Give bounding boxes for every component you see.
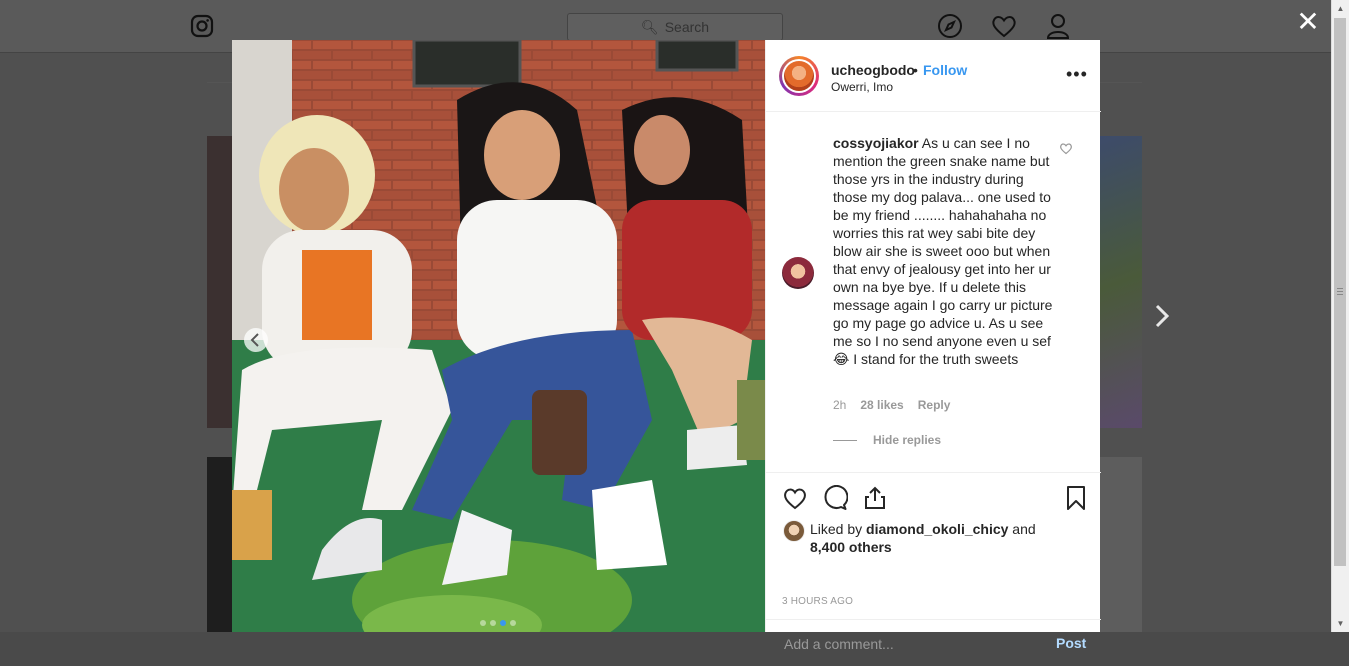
profile-icon[interactable] <box>1044 12 1072 40</box>
background-tile <box>207 457 232 632</box>
reply-button[interactable]: Reply <box>918 398 951 412</box>
header-separator: • <box>913 62 918 78</box>
hide-replies-line <box>833 440 857 441</box>
post-modal: ucheogbodo • Follow Owerri, Imo ••• coss… <box>232 40 1101 655</box>
carousel-dot-active <box>500 620 506 626</box>
page-scrollbar[interactable]: ▲ ▼ <box>1331 0 1349 632</box>
comment-time: 2h <box>833 398 847 412</box>
comment-likes-count[interactable]: 28 likes <box>860 398 903 412</box>
scroll-up-arrow-icon[interactable]: ▲ <box>1332 0 1349 17</box>
comments-list[interactable]: cossyojiakor As u can see I no mention t… <box>766 112 1101 472</box>
author-avatar[interactable] <box>779 56 819 96</box>
post-side-panel: ucheogbodo • Follow Owerri, Imo ••• coss… <box>765 40 1101 655</box>
background-tile <box>1100 136 1142 428</box>
likes-middle: and <box>1008 521 1036 537</box>
save-bookmark-icon[interactable] <box>1063 485 1089 511</box>
hide-replies-button[interactable]: Hide replies <box>873 433 941 447</box>
post-header: ucheogbodo • Follow Owerri, Imo ••• <box>766 40 1101 112</box>
post-timestamp[interactable]: 3 HOURS AGO <box>782 596 853 607</box>
post-comment-button[interactable]: Post <box>1056 635 1086 651</box>
search-input[interactable]: 🔍︎ Search <box>567 13 783 41</box>
author-username[interactable]: ucheogbodo <box>831 62 915 78</box>
add-comment-section: Post <box>766 619 1101 666</box>
search-icon: 🔍︎ <box>640 18 659 35</box>
commenter-avatar[interactable] <box>782 257 814 289</box>
more-options-button[interactable]: ••• <box>1066 64 1090 84</box>
chevron-left-icon <box>250 333 259 347</box>
search-placeholder: Search <box>664 19 710 35</box>
comment-like-heart-icon[interactable] <box>1059 141 1073 155</box>
background-tile <box>1100 457 1142 632</box>
carousel-dot <box>490 620 496 626</box>
next-post-arrow-icon[interactable] <box>1150 302 1174 330</box>
carousel-dot <box>480 620 486 626</box>
likes-summary: Liked by diamond_okoli_chicy and 8,400 o… <box>810 520 1050 556</box>
photo-illustration <box>232 40 765 632</box>
post-actions: Liked by diamond_okoli_chicy and 8,400 o… <box>766 472 1101 655</box>
add-comment-input[interactable] <box>782 633 1036 655</box>
comment-bubble-icon[interactable] <box>822 485 848 511</box>
carousel-dot <box>510 620 516 626</box>
liker-username[interactable]: diamond_okoli_chicy <box>866 521 1008 537</box>
liker-avatar[interactable] <box>783 520 805 542</box>
post-location[interactable]: Owerri, Imo <box>831 80 893 94</box>
likes-others[interactable]: 8,400 others <box>810 539 892 555</box>
comment-author[interactable]: cossyojiakor <box>833 135 919 151</box>
scroll-down-arrow-icon[interactable]: ▼ <box>1332 615 1349 632</box>
likes-prefix: Liked by <box>810 521 867 537</box>
share-icon[interactable] <box>862 485 888 511</box>
activity-heart-icon[interactable] <box>990 12 1018 40</box>
post-photo[interactable] <box>232 40 765 632</box>
like-heart-icon[interactable] <box>782 485 808 511</box>
comment-text: As u can see I no mention the green snak… <box>833 135 1053 367</box>
scrollbar-thumb[interactable] <box>1334 18 1346 566</box>
instagram-logo-icon[interactable] <box>190 14 214 38</box>
prev-image-button[interactable] <box>244 328 268 352</box>
follow-button[interactable]: Follow <box>923 62 967 78</box>
background-tile <box>207 136 232 428</box>
explore-compass-icon[interactable] <box>936 12 964 40</box>
comment-body: cossyojiakor As u can see I no mention t… <box>833 134 1053 368</box>
carousel-dots <box>480 620 516 626</box>
comment-meta: 2h 28 likes Reply <box>833 398 950 412</box>
close-button[interactable]: ✕ <box>1296 8 1320 36</box>
